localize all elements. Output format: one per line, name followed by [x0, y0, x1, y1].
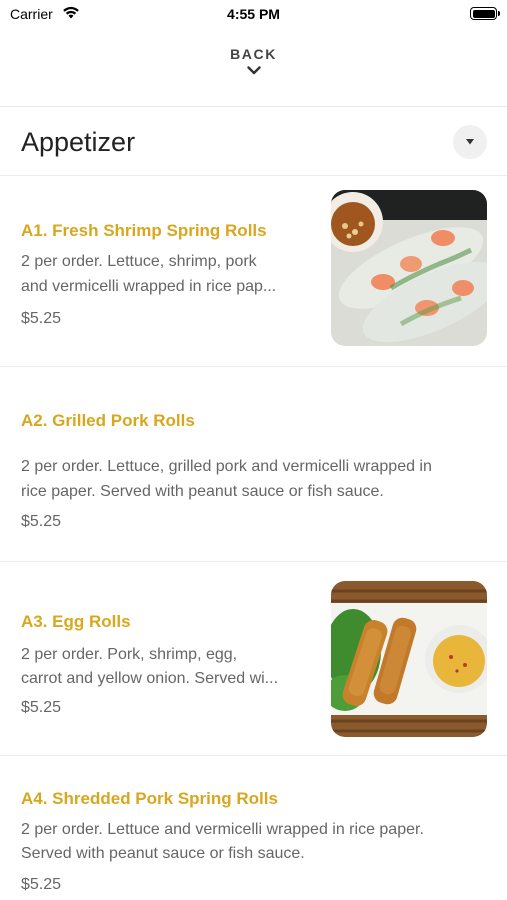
- item-photo: [331, 581, 487, 737]
- chevron-down-icon: [246, 66, 261, 75]
- back-button[interactable]: BACK: [0, 46, 507, 92]
- section-header: Appetizer: [0, 107, 507, 175]
- item-description-continued: Served with peanut sauce or fish sauce.: [21, 845, 305, 862]
- item-description: 2 per order. Lettuce and vermicelli wrap…: [21, 821, 424, 838]
- item-description: 2 per order. Lettuce, shrimp, pork: [21, 253, 257, 270]
- item-description-continued: carrot and yellow onion. Served wi...: [21, 670, 279, 687]
- back-label: BACK: [230, 46, 277, 62]
- battery-icon: [470, 7, 500, 20]
- item-price: $5.25: [21, 513, 62, 530]
- menu-item-a1[interactable]: A1. Fresh Shrimp Spring Rolls 2 per orde…: [0, 176, 507, 366]
- item-title: A3. Egg Rolls: [21, 612, 131, 631]
- status-bar: Carrier 4:55 PM: [0, 0, 507, 28]
- menu-item-a4[interactable]: A4. Shredded Pork Spring Rolls 2 per ord…: [0, 756, 507, 900]
- item-title: A1. Fresh Shrimp Spring Rolls: [21, 221, 267, 240]
- category-dropdown-button[interactable]: [453, 125, 487, 159]
- item-title: A4. Shredded Pork Spring Rolls: [21, 789, 278, 808]
- caret-down-icon: [466, 139, 474, 145]
- item-price: $5.25: [21, 876, 62, 893]
- item-description-continued: and vermicelli wrapped in rice pap...: [21, 278, 277, 295]
- item-description: 2 per order. Pork, shrimp, egg,: [21, 646, 238, 663]
- item-description: 2 per order. Lettuce, grilled pork and v…: [21, 458, 432, 475]
- item-price: $5.25: [21, 699, 62, 716]
- section-title: Appetizer: [21, 127, 136, 157]
- menu-item-a2[interactable]: A2. Grilled Pork Rolls 2 per order. Lett…: [0, 367, 507, 561]
- item-photo: [331, 190, 487, 346]
- clock: 4:55 PM: [227, 6, 280, 22]
- menu-item-a3[interactable]: A3. Egg Rolls 2 per order. Pork, shrimp,…: [0, 562, 507, 755]
- item-description-continued: rice paper. Served with peanut sauce or …: [21, 483, 384, 500]
- item-title: A2. Grilled Pork Rolls: [21, 411, 195, 430]
- item-price: $5.25: [21, 310, 62, 327]
